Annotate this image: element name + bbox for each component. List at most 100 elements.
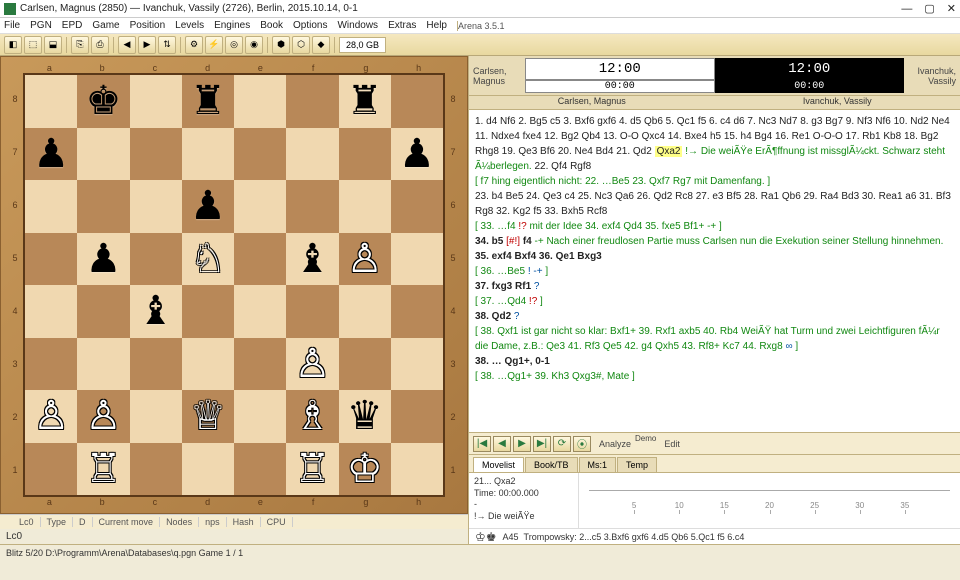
tb-engine2[interactable]: ⚡ [205,36,223,54]
square-g5[interactable]: ♙ [339,233,391,286]
square-g1[interactable]: ♔ [339,443,391,496]
tb-prev[interactable]: ◀ [118,36,136,54]
square-g3[interactable] [339,338,391,391]
nav-target[interactable]: ⦿ [573,436,591,452]
menu-epd[interactable]: EPD [62,20,83,31]
square-d5[interactable]: ♘ [182,233,234,286]
square-d1[interactable] [182,443,234,496]
square-c1[interactable] [130,443,182,496]
square-a6[interactable] [25,180,77,233]
square-b6[interactable] [77,180,129,233]
nav-first[interactable]: |◀ [473,436,491,452]
tab-book[interactable]: Book/TB [525,457,578,472]
tb-engine1[interactable]: ⚙ [185,36,203,54]
btn-demo[interactable]: Demo [635,434,656,443]
square-b7[interactable] [77,128,129,181]
square-h7[interactable]: ♟ [391,128,443,181]
square-f6[interactable] [286,180,338,233]
square-f4[interactable] [286,285,338,338]
square-e4[interactable] [234,285,286,338]
square-e2[interactable] [234,390,286,443]
tb-tool2[interactable]: ⬡ [292,36,310,54]
square-c4[interactable]: ♝ [130,285,182,338]
square-g6[interactable] [339,180,391,233]
square-h5[interactable] [391,233,443,286]
square-e5[interactable] [234,233,286,286]
square-h2[interactable] [391,390,443,443]
chess-board[interactable]: ♚♜♜♟♟♟♟♘♝♙♝♙♙♙♕♗♛♖♖♔ [23,73,445,497]
menu-windows[interactable]: Windows [337,20,378,31]
square-d6[interactable]: ♟ [182,180,234,233]
tb-tool3[interactable]: ◆ [312,36,330,54]
square-h1[interactable] [391,443,443,496]
square-e8[interactable] [234,75,286,128]
square-h3[interactable] [391,338,443,391]
menu-help[interactable]: Help [426,20,447,31]
menu-file[interactable]: File [4,20,20,31]
maximize-button[interactable]: ▢ [924,2,934,15]
tb-engine4[interactable]: ◉ [245,36,263,54]
menu-position[interactable]: Position [130,20,166,31]
square-f1[interactable]: ♖ [286,443,338,496]
square-b2[interactable]: ♙ [77,390,129,443]
tb-flip[interactable]: ⇅ [158,36,176,54]
square-b3[interactable] [77,338,129,391]
square-c3[interactable] [130,338,182,391]
square-e1[interactable] [234,443,286,496]
tb-tool1[interactable]: ⬢ [272,36,290,54]
square-d3[interactable] [182,338,234,391]
square-g8[interactable]: ♜ [339,75,391,128]
btn-analyze[interactable]: Analyze [599,439,631,449]
square-g4[interactable] [339,285,391,338]
nav-next[interactable]: ▶ [513,436,531,452]
tab-temp[interactable]: Temp [617,457,657,472]
tb-paste[interactable]: ⎙ [91,36,109,54]
square-e3[interactable] [234,338,286,391]
tb-save[interactable]: ⬓ [44,36,62,54]
tab-movelist[interactable]: Movelist [473,457,524,472]
square-c6[interactable] [130,180,182,233]
nav-refresh[interactable]: ⟳ [553,436,571,452]
square-f3[interactable]: ♙ [286,338,338,391]
tab-ms1[interactable]: Ms:1 [579,457,617,472]
menu-game[interactable]: Game [92,20,119,31]
square-a4[interactable] [25,285,77,338]
tb-copy[interactable]: ⎘ [71,36,89,54]
square-a3[interactable] [25,338,77,391]
nav-prev[interactable]: ◀ [493,436,511,452]
square-e7[interactable] [234,128,286,181]
menu-book[interactable]: Book [260,20,283,31]
square-c2[interactable] [130,390,182,443]
square-a2[interactable]: ♙ [25,390,77,443]
square-f2[interactable]: ♗ [286,390,338,443]
square-a7[interactable]: ♟ [25,128,77,181]
square-d7[interactable] [182,128,234,181]
tb-engine3[interactable]: ◎ [225,36,243,54]
square-d4[interactable] [182,285,234,338]
square-f7[interactable] [286,128,338,181]
menu-engines[interactable]: Engines [214,20,250,31]
square-e6[interactable] [234,180,286,233]
close-button[interactable]: ✕ [947,2,956,15]
evaluation-timeline[interactable]: 5101520253035 [579,473,960,528]
menu-extras[interactable]: Extras [388,20,416,31]
square-c5[interactable] [130,233,182,286]
square-f5[interactable]: ♝ [286,233,338,286]
btn-edit[interactable]: Edit [664,439,680,449]
square-a8[interactable] [25,75,77,128]
square-f8[interactable] [286,75,338,128]
square-b8[interactable]: ♚ [77,75,129,128]
notation-pane[interactable]: 1. d4 Nf6 2. Bg5 c5 3. Bxf6 gxf6 4. d5 Q… [469,110,960,432]
square-b1[interactable]: ♖ [77,443,129,496]
minimize-button[interactable]: — [901,3,912,15]
square-a1[interactable] [25,443,77,496]
square-h8[interactable] [391,75,443,128]
menu-options[interactable]: Options [293,20,327,31]
menu-pgn[interactable]: PGN [30,20,52,31]
square-c7[interactable] [130,128,182,181]
square-d2[interactable]: ♕ [182,390,234,443]
square-d8[interactable]: ♜ [182,75,234,128]
nav-last[interactable]: ▶| [533,436,551,452]
square-b5[interactable]: ♟ [77,233,129,286]
menu-levels[interactable]: Levels [175,20,204,31]
